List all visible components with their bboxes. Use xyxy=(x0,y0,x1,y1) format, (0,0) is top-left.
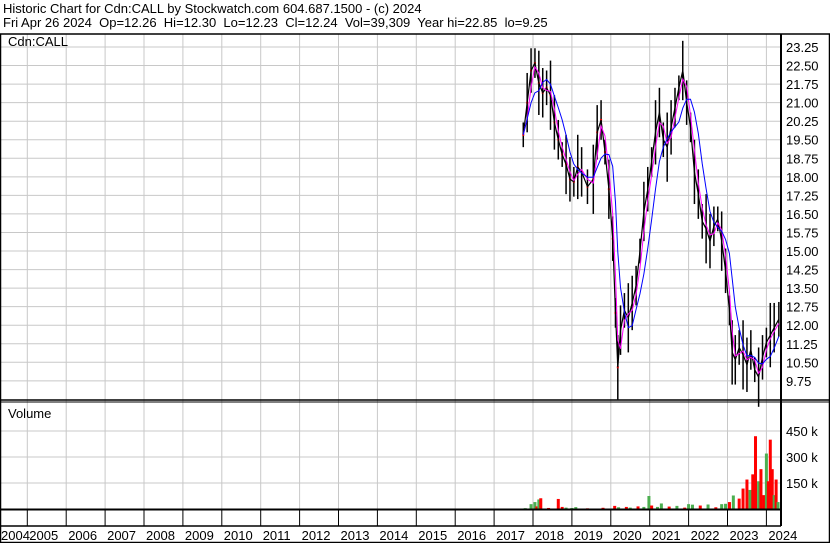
volume-bar xyxy=(539,498,543,509)
volume-bar xyxy=(650,505,654,509)
year-label: 2007 xyxy=(107,528,136,543)
short-moving-average-line xyxy=(522,65,780,375)
year-label: 2023 xyxy=(730,528,759,543)
price-tick-label: 17.25 xyxy=(786,188,819,203)
volume-tick-label: 450 k xyxy=(786,424,818,439)
volume-bar xyxy=(706,504,710,509)
price-tick-label: 12.75 xyxy=(786,300,819,315)
year-label: 2009 xyxy=(185,528,214,543)
volume-bar xyxy=(731,495,735,509)
year-label: 2020 xyxy=(613,528,642,543)
axis-labels: 2004 2005 2006 2007 2008 2009 2010 2011 2012 2013… xyxy=(1,40,819,543)
year-label: 2010 xyxy=(224,528,253,543)
year-label: 2015 xyxy=(418,528,447,543)
price-tick-label: 15.00 xyxy=(786,244,819,259)
volume-bar xyxy=(727,502,731,509)
price-tick-label: 21.00 xyxy=(786,96,819,111)
price-tick-label: 18.00 xyxy=(786,170,819,185)
volume-bar xyxy=(754,436,758,509)
volume-bar xyxy=(741,488,745,509)
volume-bar xyxy=(759,469,763,509)
price-tick-label: 11.25 xyxy=(786,337,818,352)
symbol-label: Cdn:CALL xyxy=(8,34,68,49)
year-label: 2018 xyxy=(535,528,564,543)
grid xyxy=(0,34,781,509)
year-label: 2016 xyxy=(457,528,486,543)
volume-bar xyxy=(529,504,533,509)
volume-bar xyxy=(762,495,766,509)
year-label: 2004 xyxy=(1,528,30,543)
long-moving-average-line xyxy=(522,78,780,365)
volume-bars xyxy=(523,436,780,509)
price-tick-label: 18.75 xyxy=(786,151,819,166)
year-label: 2012 xyxy=(302,528,331,543)
price-tick-label: 21.75 xyxy=(786,77,819,92)
volume-bar xyxy=(690,504,694,509)
price-tick-label: 19.50 xyxy=(786,133,819,148)
volume-bar xyxy=(776,502,780,509)
year-label: 2022 xyxy=(691,528,720,543)
year-label: 2005 xyxy=(29,528,58,543)
volume-bar xyxy=(751,474,755,509)
price-tick-label: 22.50 xyxy=(786,59,819,74)
year-label: 2006 xyxy=(68,528,97,543)
price-tick-label: 23.25 xyxy=(786,40,819,55)
price-tick-label: 12.00 xyxy=(786,318,819,333)
volume-bar xyxy=(647,496,651,509)
price-tick-label: 9.75 xyxy=(786,374,811,389)
volume-label: Volume xyxy=(8,406,51,421)
price-lines xyxy=(522,40,780,407)
year-label: 2021 xyxy=(652,528,681,543)
year-label: 2017 xyxy=(496,528,525,543)
year-label: 2019 xyxy=(574,528,603,543)
volume-bar xyxy=(737,498,741,509)
year-label: 2013 xyxy=(341,528,370,543)
volume-bar xyxy=(720,504,724,509)
price-tick-label: 15.75 xyxy=(786,225,819,240)
price-tick-label: 13.50 xyxy=(786,281,819,296)
volume-bar xyxy=(724,503,728,509)
volume-bar xyxy=(659,503,663,509)
stock-chart: Cdn:CALL Volume 2004 2005 2006 2007 2008 2009… xyxy=(0,33,830,543)
volume-bar xyxy=(748,489,752,509)
price-series-line xyxy=(522,61,780,379)
price-tick-label: 14.25 xyxy=(786,263,819,278)
year-label: 2014 xyxy=(379,528,408,543)
chart-window: Historic Chart for Cdn:CALL by Stockwatc… xyxy=(0,0,830,543)
year-label: 2011 xyxy=(263,528,291,543)
year-label: 2024 xyxy=(768,528,797,543)
volume-tick-label: 150 k xyxy=(786,476,818,491)
price-tick-label: 10.50 xyxy=(786,355,819,370)
volume-bar xyxy=(698,505,702,509)
year-label: 2008 xyxy=(146,528,175,543)
price-tick-label: 20.25 xyxy=(786,114,819,129)
volume-bar xyxy=(687,504,691,509)
volume-bar xyxy=(556,498,560,509)
price-tick-label: 16.50 xyxy=(786,207,819,222)
volume-bar xyxy=(745,479,749,509)
volume-tick-label: 300 k xyxy=(786,450,818,465)
